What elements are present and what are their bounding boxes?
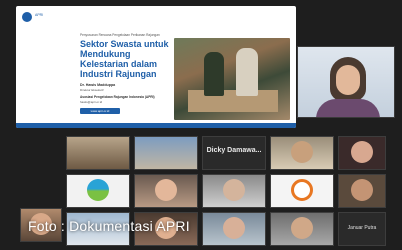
participant-face [291, 141, 313, 163]
participant-tile[interactable]: Januar Putra [338, 212, 386, 246]
apri-logo-icon [22, 12, 32, 22]
participant-tile[interactable]: Dicky Damawa... [202, 136, 266, 170]
photo-person-right [236, 48, 258, 96]
participant-tile[interactable] [66, 174, 130, 208]
shared-slide: APRI Penyusunan Rencana Pengelolaan Peri… [16, 6, 296, 128]
video-conference-screen: APRI Penyusunan Rencana Pengelolaan Peri… [0, 0, 402, 250]
participant-name: Januar Putra [347, 225, 377, 231]
organization-logo-icon [291, 179, 313, 201]
slide-webinar-text: Penyusunan Rencana Pengelolaan Perikanan… [80, 33, 160, 37]
photo-caption: Foto : Dokumentasi APRI [28, 218, 190, 234]
participant-tile[interactable] [338, 136, 386, 170]
slide-logo-text: APRI [35, 13, 44, 17]
participant-tile[interactable] [202, 174, 266, 208]
participant-tile[interactable] [270, 212, 334, 246]
slide-speaker-role: Direktur Eksekutif [80, 88, 104, 92]
slide-speaker-name: Dr. Hawis Madduppa [80, 83, 116, 87]
photo-table [188, 90, 278, 112]
participant-face [351, 179, 373, 201]
slide-photo [174, 38, 290, 120]
participant-tile[interactable] [202, 212, 266, 246]
slide-bottom-bar [16, 123, 296, 128]
participant-tile[interactable] [134, 136, 198, 170]
participant-name: Dicky Damawa... [206, 147, 262, 154]
slide-title: Sektor Swasta untuk Mendukung Kelestaria… [80, 39, 169, 79]
participant-face [291, 217, 313, 239]
participant-tile[interactable] [270, 174, 334, 208]
participant-tile[interactable] [338, 174, 386, 208]
participant-face [223, 217, 245, 239]
participant-face [351, 141, 373, 163]
organization-logo-icon [87, 179, 109, 201]
participant-tile[interactable] [66, 136, 130, 170]
photo-person-left [204, 52, 224, 96]
participant-tile[interactable] [134, 174, 198, 208]
participant-face [223, 179, 245, 201]
speaker-face [336, 65, 360, 95]
slide-email: hawis@apri.or.id [80, 100, 103, 104]
speaker-body [316, 99, 380, 117]
slide-website-button: www.apri.or.id [80, 108, 120, 114]
slide-organization: Asosiasi Pengelolaan Rajungan Indonesia … [80, 95, 155, 99]
active-speaker-video[interactable] [297, 46, 395, 118]
participant-face [155, 179, 177, 201]
participant-tile[interactable] [270, 136, 334, 170]
